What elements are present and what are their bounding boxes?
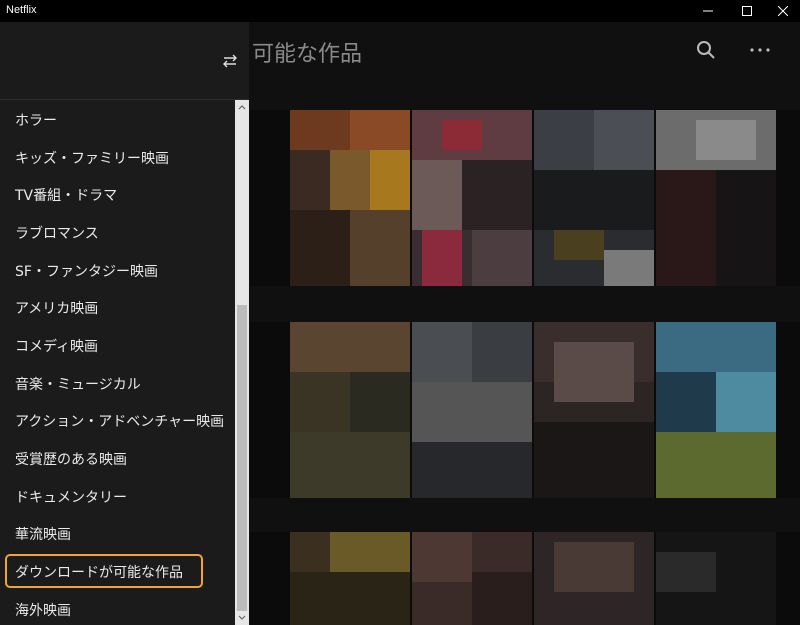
title-thumbnail[interactable] [412,532,532,625]
title-thumbnail[interactable] [656,322,776,498]
thumbnail-image [290,110,410,286]
genre-list-scrollbar[interactable] [235,100,249,625]
genre-label: ドキュメンタリー [15,487,127,507]
close-button[interactable] [760,0,800,22]
thumbnail-image [290,532,410,625]
scroll-thumb[interactable] [237,305,247,611]
title-thumbnail[interactable] [534,322,654,498]
genre-item-chinese[interactable]: 華流映画 [0,515,235,553]
title-thumbnail[interactable] [290,110,410,286]
title-bar: Netflix [0,0,800,22]
genre-item-american[interactable]: アメリカ映画 [0,289,235,327]
drawer-header [0,22,249,99]
genre-label: 音楽・ミュージカル [15,374,141,394]
close-icon [778,6,788,16]
thumbnail-image [656,322,776,498]
maximize-icon [742,6,752,16]
genre-label: ラブロマンス [15,223,99,243]
title-thumbnail[interactable] [290,532,410,625]
genre-label: SF・ファンタジー映画 [15,261,158,281]
chevron-up-icon [238,104,246,110]
app-title: Netflix [6,4,37,16]
thumbnail-image [412,322,532,498]
genre-item-kids-family[interactable]: キッズ・ファミリー映画 [0,139,235,177]
genre-label: 海外映画 [15,600,71,620]
title-thumbnail[interactable] [412,110,532,286]
genre-label: コメディ映画 [15,336,98,356]
scroll-up-button[interactable] [235,100,249,114]
drawer-toggle-button[interactable] [219,50,241,72]
genre-item-romance[interactable]: ラブロマンス [0,214,235,252]
genre-item-tv-drama[interactable]: TV番組・ドラマ [0,176,235,214]
page-title: 可能な作品 [252,36,362,68]
title-thumbnail[interactable] [534,110,654,286]
thumbnail-image [412,532,532,625]
thumbnail-image [534,110,654,286]
genre-item-documentary[interactable]: ドキュメンタリー [0,478,235,516]
chevron-down-icon [238,615,246,621]
genre-label: 受賞歴のある映画 [15,449,127,469]
more-button[interactable] [748,38,772,62]
genre-item-sf-fantasy[interactable]: SF・ファンタジー映画 [0,252,235,290]
search-button[interactable] [694,38,718,62]
genre-item-award-winning[interactable]: 受賞歴のある映画 [0,440,235,478]
swap-arrows-icon [221,52,239,70]
genre-label: TV番組・ドラマ [15,185,117,205]
genre-label: 華流映画 [15,524,71,544]
title-thumbnail[interactable] [534,532,654,625]
title-thumbnail[interactable] [656,532,776,625]
genre-label: アメリカ映画 [15,298,98,318]
scroll-down-button[interactable] [235,611,249,625]
minimize-icon [703,6,713,16]
thumbnail-image [290,322,410,498]
genre-label: ホラー [15,110,57,130]
thumbnail-image [656,110,776,286]
thumbnail-image [412,110,532,286]
title-thumbnail[interactable] [412,322,532,498]
thumbnail-image [656,532,776,625]
genre-label: アクション・アドベンチャー映画 [15,411,224,431]
thumbnail-image [534,532,654,625]
genre-item-comedy[interactable]: コメディ映画 [0,327,235,365]
title-thumbnail[interactable] [656,110,776,286]
search-icon [696,40,716,60]
genre-item-music-musical[interactable]: 音楽・ミュージカル [0,365,235,403]
highlight-outline [5,554,203,588]
more-icon [749,47,771,53]
genre-drawer: ホラー キッズ・ファミリー映画 TV番組・ドラマ ラブロマンス SF・ファンタジ… [0,22,249,625]
genre-item-foreign[interactable]: 海外映画 [0,591,235,625]
genre-list: ホラー キッズ・ファミリー映画 TV番組・ドラマ ラブロマンス SF・ファンタジ… [0,100,235,625]
genre-item-action-adventure[interactable]: アクション・アドベンチャー映画 [0,402,235,440]
genre-item-horror[interactable]: ホラー [0,101,235,139]
thumbnail-image [534,322,654,498]
genre-label: キッズ・ファミリー映画 [15,148,169,168]
title-thumbnail[interactable] [290,322,410,498]
